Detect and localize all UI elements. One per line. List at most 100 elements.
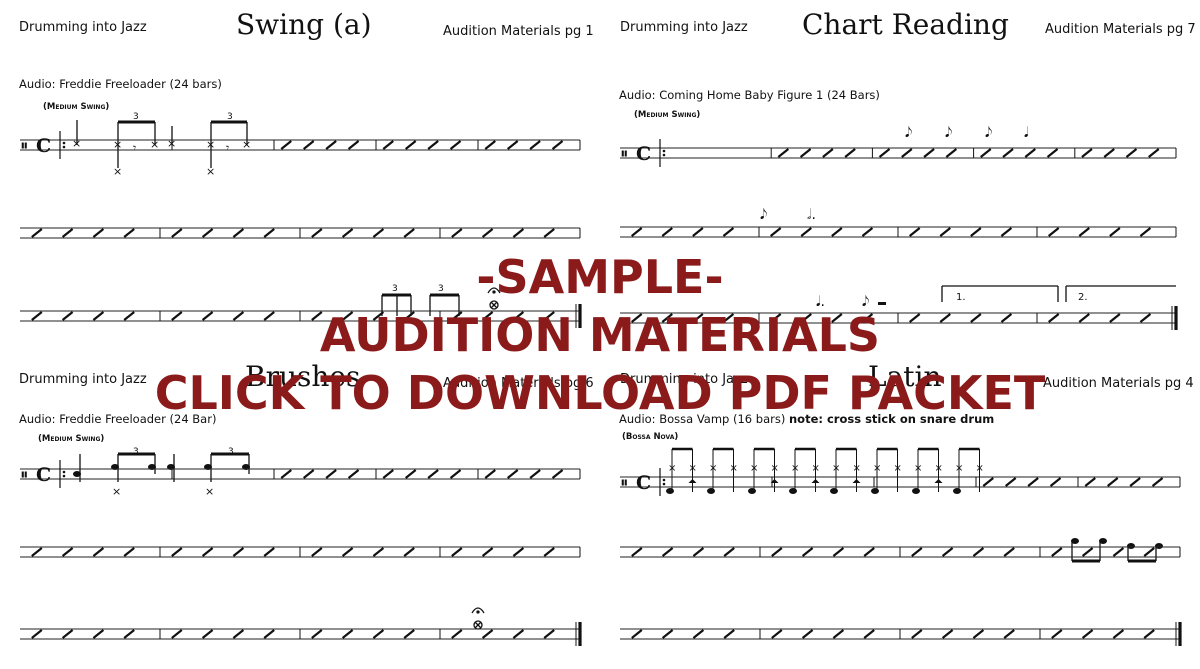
repeat-dot <box>662 153 666 157</box>
svg-text:3: 3 <box>227 112 233 122</box>
slash-mark <box>1081 148 1093 158</box>
system-two-figure <box>1071 538 1163 563</box>
slash-mark <box>551 469 564 479</box>
slash-mark <box>1112 629 1125 639</box>
staff-system: 𝄥 C <box>20 460 581 488</box>
slash-mark <box>543 547 555 557</box>
slash-mark <box>372 228 385 238</box>
slash-mark <box>1049 477 1062 487</box>
slash-mark <box>123 629 135 639</box>
slash-mark <box>341 629 354 639</box>
slash-mark <box>551 140 564 150</box>
slash-mark <box>911 547 923 557</box>
bass-drum-note <box>789 488 797 494</box>
slash-mark <box>832 629 845 639</box>
svg-text:𝅘𝅥𝅮: 𝅘𝅥𝅮 <box>760 207 768 223</box>
bass-drum-note <box>748 488 756 494</box>
svg-text:×: × <box>72 137 81 150</box>
slash-mark <box>325 469 337 479</box>
hihat-x-note: × <box>812 463 820 474</box>
slash-mark <box>1139 227 1152 237</box>
slash-mark <box>451 629 463 639</box>
slash-mark <box>481 228 494 238</box>
download-watermark-link[interactable]: -SAMPLE- AUDITION MATERIALS CLICK TO DOW… <box>0 248 1200 422</box>
slash-mark <box>232 547 245 557</box>
staff-system <box>620 622 1182 646</box>
slash-mark <box>403 228 415 238</box>
slash-mark <box>123 228 135 238</box>
slash-mark <box>201 629 214 639</box>
slash-mark <box>941 547 954 557</box>
cross-stick-note <box>688 479 697 483</box>
hihat-x-note: × <box>976 463 984 474</box>
slash-mark <box>661 547 674 557</box>
slash-mark <box>325 140 337 150</box>
slash-mark <box>403 547 415 557</box>
slash-mark <box>529 469 541 479</box>
slash-mark <box>171 547 183 557</box>
slash-mark <box>404 140 417 150</box>
slash-mark <box>372 547 385 557</box>
repeat-dot <box>62 141 66 145</box>
slash-mark <box>512 228 525 238</box>
slash-mark <box>799 148 812 158</box>
hihat-x-note: × <box>689 463 697 474</box>
slash-mark <box>382 469 394 479</box>
percussion-clef: 𝄥 <box>21 137 27 155</box>
slash-mark <box>481 629 494 639</box>
staff-system: 𝄥 C <box>620 139 1177 167</box>
cross-stick-note <box>934 479 943 483</box>
slash-mark <box>123 547 135 557</box>
slash-mark <box>31 629 43 639</box>
slash-mark <box>1109 227 1121 237</box>
slash-mark <box>92 228 105 238</box>
hihat-x-note: × <box>730 463 738 474</box>
hihat-x-note: × <box>894 463 902 474</box>
slash-mark <box>201 228 214 238</box>
slash-mark <box>970 227 982 237</box>
time-signature: C <box>36 464 51 486</box>
hihat-x-note: × <box>955 463 963 474</box>
bass-drum-note <box>707 488 715 494</box>
slash-mark <box>1051 629 1063 639</box>
slash-mark <box>1000 227 1013 237</box>
slash-mark <box>404 469 417 479</box>
slash-mark <box>403 629 415 639</box>
slash-mark <box>347 140 360 150</box>
slash-mark <box>382 140 394 150</box>
hihat-x-note: × <box>853 463 861 474</box>
slash-mark <box>972 629 985 639</box>
staff-system: 𝄥 C <box>20 131 581 159</box>
slash-mark <box>372 629 385 639</box>
bass-drum-note <box>912 488 920 494</box>
svg-text:𝅘𝅥𝅮: 𝅘𝅥𝅮 <box>985 125 993 141</box>
slash-mark <box>1106 477 1119 487</box>
slash-mark <box>661 227 673 237</box>
svg-text:3: 3 <box>133 447 139 457</box>
cross-stick-note <box>811 479 820 483</box>
slash-mark <box>911 629 923 639</box>
slash-mark <box>832 547 845 557</box>
svg-text:×: × <box>206 165 215 178</box>
slash-mark <box>451 228 463 238</box>
slash-mark <box>311 547 323 557</box>
slash-mark <box>901 148 913 158</box>
slash-mark <box>771 629 783 639</box>
staff-system <box>620 226 1177 238</box>
repeat-dot <box>62 145 66 149</box>
slash-mark <box>1143 629 1155 639</box>
slash-mark <box>232 629 245 639</box>
slash-mark <box>543 629 555 639</box>
slash-mark <box>506 140 519 150</box>
percussion-clef: 𝄥 <box>621 145 627 163</box>
svg-text:𝅘𝅥𝅮: 𝅘𝅥𝅮 <box>905 125 913 141</box>
slash-mark <box>692 547 705 557</box>
hihat-x-note: × <box>750 463 758 474</box>
repeat-dot <box>662 478 666 482</box>
time-signature: C <box>636 143 651 165</box>
slash-mark <box>941 629 954 639</box>
slash-mark <box>280 140 292 150</box>
hihat-x-note: × <box>832 463 840 474</box>
slash-mark <box>1004 477 1017 487</box>
slash-mark <box>661 629 674 639</box>
